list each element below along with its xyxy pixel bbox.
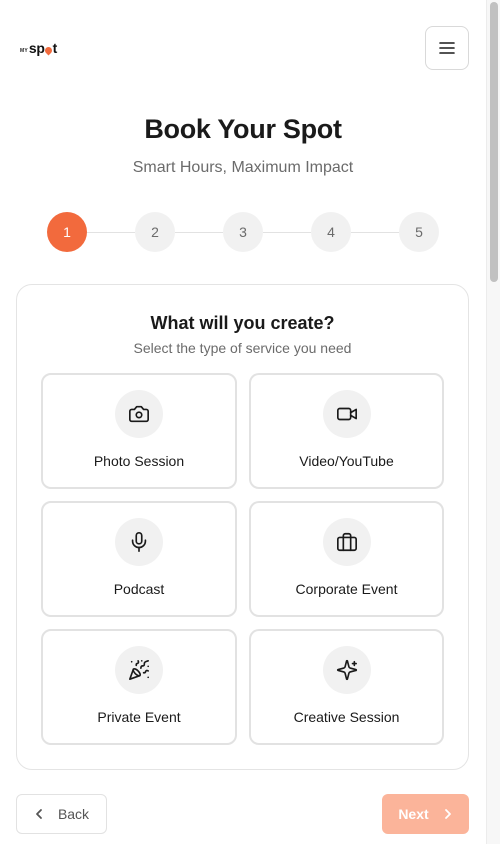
service-type-card: What will you create? Select the type of… [16, 284, 469, 770]
logo-small-text: MY [20, 48, 28, 54]
option-private-event[interactable]: Private Event [41, 629, 237, 745]
option-podcast[interactable]: Podcast [41, 501, 237, 617]
party-popper-icon [129, 660, 150, 680]
option-label: Video/YouTube [299, 453, 394, 469]
step-2: 2 [135, 212, 175, 252]
booking-page: MY sp t Book Your Spot Smart Hours, Maxim… [0, 0, 500, 844]
step-1: 1 [47, 212, 87, 252]
service-options-grid: Photo Session Video/YouTube Podcast Corp… [41, 373, 444, 745]
sparkles-icon [336, 659, 357, 681]
briefcase-icon [336, 532, 357, 552]
back-label: Back [57, 806, 90, 822]
step-connector [175, 231, 223, 233]
option-label: Podcast [113, 581, 165, 597]
page-title: Book Your Spot [144, 114, 342, 144]
step-5: 5 [399, 212, 439, 252]
back-button[interactable]: Back [16, 794, 107, 834]
option-label: Private Event [97, 709, 181, 725]
option-photo-session[interactable]: Photo Session [41, 373, 237, 489]
next-label: Next [398, 806, 429, 822]
option-corporate-event[interactable]: Corporate Event [249, 501, 444, 617]
option-video-youtube[interactable]: Video/YouTube [249, 373, 444, 489]
card-title: What will you create? [150, 313, 335, 333]
option-label: Photo Session [93, 453, 185, 469]
step-connector [87, 231, 135, 233]
hamburger-menu-icon [439, 42, 455, 54]
chevron-right-icon [444, 809, 451, 819]
step-3: 3 [223, 212, 263, 252]
next-button[interactable]: Next [382, 794, 469, 834]
option-creative-session[interactable]: Creative Session [249, 629, 444, 745]
logo-main-text: sp t [28, 40, 58, 56]
option-label: Creative Session [293, 709, 400, 725]
step-connector [263, 231, 311, 233]
progress-stepper: 1 2 3 4 5 [47, 212, 439, 252]
video-camera-icon [336, 407, 357, 421]
step-connector [351, 231, 399, 233]
menu-button[interactable] [425, 26, 469, 70]
page-subtitle: Smart Hours, Maximum Impact [132, 159, 354, 176]
scrollbar[interactable] [486, 0, 500, 844]
step-4: 4 [311, 212, 351, 252]
header: MY sp t [0, 0, 486, 96]
camera-icon [129, 405, 149, 423]
microphone-icon [131, 532, 147, 552]
option-label: Corporate Event [295, 581, 398, 597]
scrollbar-thumb[interactable] [490, 2, 498, 282]
card-subtitle: Select the type of service you need [133, 340, 352, 356]
chevron-left-icon [36, 809, 42, 819]
logo[interactable]: MY sp t [20, 40, 57, 56]
